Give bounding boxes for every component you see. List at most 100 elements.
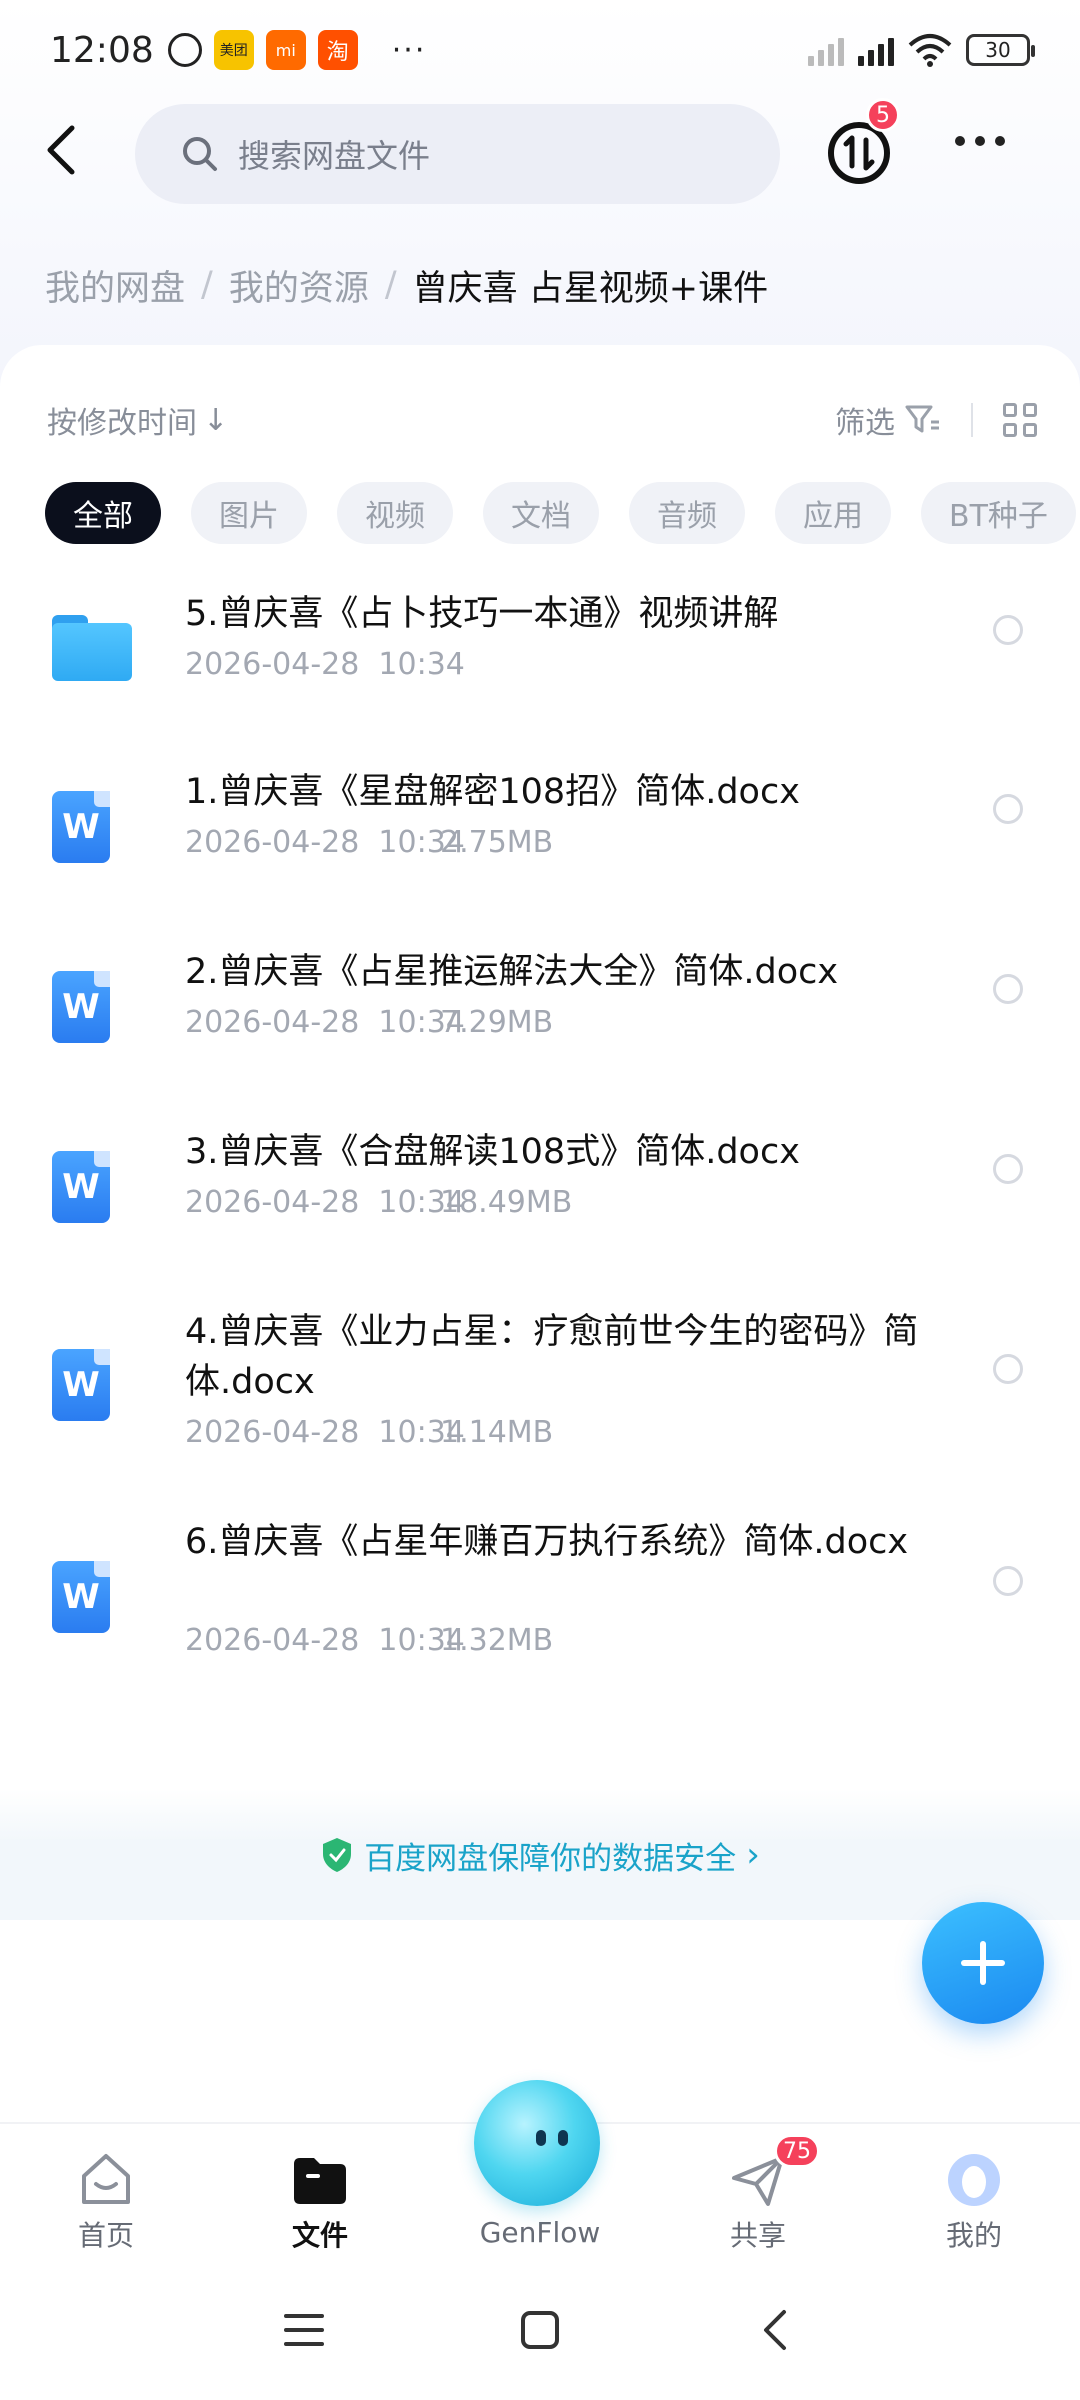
chip-apps[interactable]: 应用: [775, 482, 891, 544]
sort-arrow-icon: ↓: [203, 402, 229, 438]
chip-audio[interactable]: 音频: [629, 482, 745, 544]
home-icon: [82, 2154, 130, 2204]
back-triangle-icon[interactable]: [760, 2308, 790, 2352]
battery-icon: 30: [966, 34, 1035, 66]
file-name: 5.曾庆喜《占卜技巧一本通》视频讲解: [185, 594, 779, 634]
file-date: 2026-04-28 10:34: [185, 1623, 465, 1658]
breadcrumb-item-my-resources[interactable]: 我的资源: [229, 260, 369, 311]
chip-bt[interactable]: BT种子: [921, 482, 1076, 544]
filter-icon[interactable]: [905, 404, 941, 436]
nav-label-genflow: GenFlow: [479, 2216, 601, 2249]
file-name: 1.曾庆喜《星盘解密108招》简体.docx: [185, 772, 800, 812]
sort-button[interactable]: 按修改时间: [47, 398, 197, 442]
select-radio[interactable]: [993, 1566, 1023, 1596]
home-square-icon[interactable]: [520, 2310, 560, 2350]
file-date: 2026-04-28 10:34: [185, 647, 465, 682]
list-item[interactable]: W 6.曾庆喜《占星年赚百万执行系统》简体.docx 2026-04-28 10…: [0, 1503, 1080, 1719]
word-doc-icon: W: [52, 791, 110, 863]
toolbar-divider: [971, 403, 973, 437]
file-date: 2026-04-28 10:34: [185, 1415, 465, 1450]
folder-icon: [52, 615, 132, 681]
file-size: 18.49MB: [440, 1185, 573, 1220]
file-panel: 按修改时间 ↓ 筛选 全部 图片 视频 文档 音频 应用 BT种子 5.曾庆喜《…: [0, 345, 1080, 1945]
file-size: 7.29MB: [440, 1005, 554, 1040]
grid-view-icon[interactable]: [1003, 403, 1037, 437]
shield-icon: [323, 1838, 352, 1872]
list-item[interactable]: W 2.曾庆喜《占星推运解法大全》简体.docx 2026-04-28 10:3…: [0, 927, 1080, 1107]
toolbar: 按修改时间 ↓ 筛选: [47, 395, 1037, 445]
nav-home[interactable]: 首页: [26, 2124, 186, 2274]
select-radio[interactable]: [993, 1154, 1023, 1184]
nav-files[interactable]: 文件: [240, 2124, 400, 2274]
word-doc-icon: W: [52, 1349, 110, 1421]
search-input[interactable]: 搜索网盘文件: [135, 104, 780, 204]
transfer-badge: 5: [866, 98, 900, 132]
list-item[interactable]: W 3.曾庆喜《合盘解读108式》简体.docx 2026-04-28 10:3…: [0, 1107, 1080, 1287]
breadcrumb-separator: /: [201, 265, 213, 305]
category-chips: 全部 图片 视频 文档 音频 应用 BT种子: [45, 482, 1076, 544]
signal-2-icon: [858, 34, 894, 66]
more-dot-icon: [955, 136, 965, 146]
meituan-icon: 美团: [213, 30, 254, 70]
nav-share[interactable]: 75 共享: [678, 2124, 838, 2274]
file-date: 2026-04-28 10:34: [185, 825, 465, 860]
mi-icon: mi: [265, 30, 306, 70]
file-name: 6.曾庆喜《占星年赚百万执行系统》简体.docx: [185, 1522, 909, 1562]
more-button[interactable]: [955, 136, 1005, 146]
file-date: 2026-04-28 10:34: [185, 1005, 465, 1040]
search-icon: [183, 137, 217, 171]
nav-label-profile: 我的: [945, 2219, 1002, 2252]
select-radio[interactable]: [993, 974, 1023, 1004]
more-notifications-icon: ···: [391, 32, 427, 68]
genflow-icon[interactable]: [474, 2080, 600, 2206]
file-name: 3.曾庆喜《合盘解读108式》简体.docx: [185, 1132, 800, 1172]
search-placeholder: 搜索网盘文件: [238, 137, 431, 175]
files-icon: [294, 2158, 346, 2204]
wifi-icon: [908, 34, 952, 67]
add-button[interactable]: [922, 1902, 1044, 2024]
filter-button[interactable]: 筛选: [835, 398, 895, 442]
nav-label-home: 首页: [77, 2219, 134, 2252]
status-time: 12:08: [50, 29, 154, 71]
chip-videos[interactable]: 视频: [337, 482, 453, 544]
status-bar: 12:08 美团 mi 淘 ··· 30: [0, 0, 1080, 100]
select-radio[interactable]: [993, 615, 1023, 645]
more-dot-icon: [995, 136, 1005, 146]
breadcrumb-item-my-drive[interactable]: 我的网盘: [45, 260, 185, 311]
security-banner-text: 百度网盘保障你的数据安全: [364, 1840, 737, 1877]
list-item[interactable]: 5.曾庆喜《占卜技巧一本通》视频讲解 2026-04-28 10:34: [0, 567, 1080, 747]
chip-images[interactable]: 图片: [191, 482, 307, 544]
file-size: 1.32MB: [440, 1623, 554, 1658]
list-item[interactable]: W 1.曾庆喜《星盘解密108招》简体.docx 2026-04-28 10:3…: [0, 747, 1080, 927]
battery-level: 30: [985, 38, 1011, 62]
file-name: 4.曾庆喜《业力占星：疗愈前世今生的密码》简体.docx: [185, 1312, 919, 1402]
header: 搜索网盘文件 5: [0, 98, 1080, 210]
menu-icon[interactable]: [284, 2312, 324, 2348]
file-size: 2.75MB: [440, 825, 554, 860]
chip-all[interactable]: 全部: [45, 482, 161, 544]
alarm-icon: [167, 33, 202, 67]
file-size: 1.14MB: [440, 1415, 554, 1450]
word-doc-icon: W: [52, 1151, 110, 1223]
select-radio[interactable]: [993, 1354, 1023, 1384]
chevron-right-icon: ›: [746, 1835, 760, 1875]
back-button[interactable]: [36, 120, 86, 180]
plus-icon: [961, 1941, 1005, 1985]
select-radio[interactable]: [993, 794, 1023, 824]
nav-label-share: 共享: [729, 2219, 786, 2252]
system-nav-bar: [0, 2272, 1080, 2400]
breadcrumb: 我的网盘 / 我的资源 / 曾庆喜 占星视频+课件: [45, 260, 768, 310]
file-name: 2.曾庆喜《占星推运解法大全》简体.docx: [185, 952, 839, 992]
security-banner[interactable]: 百度网盘保障你的数据安全 ›: [0, 1790, 1080, 1920]
signal-1-icon: [808, 34, 844, 66]
taobao-icon: 淘: [317, 30, 358, 70]
nav-label-files: 文件: [291, 2219, 348, 2252]
nav-profile[interactable]: 我的: [894, 2124, 1054, 2274]
word-doc-icon: W: [52, 1561, 110, 1633]
breadcrumb-item-current: 曾庆喜 占星视频+课件: [412, 268, 769, 309]
transfer-button[interactable]: 5: [826, 98, 900, 186]
chip-documents[interactable]: 文档: [483, 482, 599, 544]
profile-icon: [948, 2154, 1000, 2206]
breadcrumb-separator: /: [384, 265, 397, 305]
list-item[interactable]: W 4.曾庆喜《业力占星：疗愈前世今生的密码》简体.docx 2026-04-2…: [0, 1287, 1080, 1503]
